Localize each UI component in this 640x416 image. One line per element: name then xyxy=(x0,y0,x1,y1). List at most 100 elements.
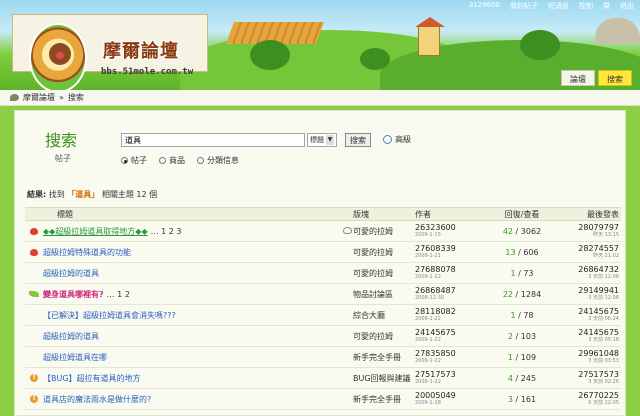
topic-link[interactable]: 超級拉姆特殊道具的功能 xyxy=(43,247,131,258)
search-scope-select[interactable]: 標題 ▼ xyxy=(307,133,337,147)
topic-title-cell: 超級拉姆特殊道具的功能 xyxy=(43,247,353,258)
topic-forum[interactable]: 可愛的拉姆 xyxy=(353,247,415,258)
topic-link[interactable]: 超級拉姆的道具 xyxy=(43,268,99,279)
radio-button[interactable] xyxy=(159,157,166,164)
topic-pages[interactable]: … 1 2 3 xyxy=(151,227,182,236)
topic-author[interactable]: 27835850 xyxy=(415,350,493,358)
top-nav-logout[interactable]: 退出 xyxy=(620,1,634,11)
top-nav-user[interactable]: 3129600 xyxy=(469,1,500,11)
last-post-time[interactable]: 3 天前 05:18 xyxy=(551,337,619,343)
last-post-time[interactable]: 3 天前 02:26 xyxy=(551,379,619,385)
search-scope-value: 標題 xyxy=(310,136,324,144)
last-post-author[interactable]: 29149941 xyxy=(551,287,619,295)
topic-link[interactable]: 道具店的魔法雨水是做什麼的? xyxy=(43,394,151,405)
topic-title-cell: ◆◆超級拉姆道具取得地方◆◆… 1 2 3 xyxy=(43,226,353,237)
topic-forum[interactable]: BUG回報與建議 xyxy=(353,373,415,384)
table-row[interactable]: 【已解決】超級拉姆道具會消失嗎??? 綜合大廳 28118082 2009-1-22 1… xyxy=(25,305,621,326)
topic-author[interactable]: 24145675 xyxy=(415,329,493,337)
radio-classifieds[interactable]: 分類信息 xyxy=(197,155,239,166)
last-post-time[interactable]: 3 天前 12:06 xyxy=(551,274,619,280)
last-post-author[interactable]: 27517573 xyxy=(551,371,619,379)
topic-author[interactable]: 26868487 xyxy=(415,287,493,295)
radio-label: 商品 xyxy=(169,156,185,165)
top-nav-help[interactable]: 幫 xyxy=(603,1,610,11)
top-nav-messages[interactable]: 短消息 xyxy=(548,1,569,11)
topic-link[interactable]: 變身道具哪裡有? xyxy=(43,289,104,300)
topic-forum[interactable]: 可愛的拉姆 xyxy=(353,331,415,342)
header-scenery-tree xyxy=(250,40,290,70)
topic-forum[interactable]: 綜合大廳 xyxy=(353,310,415,321)
topic-status-cell xyxy=(25,373,43,382)
last-post-author[interactable]: 28274557 xyxy=(551,245,619,253)
heart-icon xyxy=(30,227,38,235)
stats-separator: / xyxy=(513,289,521,299)
last-post-time[interactable]: 3 天前 03:53 xyxy=(551,358,619,364)
top-nav-my-posts[interactable]: 我的帖子 xyxy=(510,1,538,11)
topic-author[interactable]: 27688078 xyxy=(415,266,493,274)
header-author: 作者 xyxy=(415,209,431,219)
breadcrumb-home[interactable]: 摩爾論壇 xyxy=(23,92,55,103)
search-input[interactable]: 道具 xyxy=(121,133,305,147)
speech-bubble-icon xyxy=(10,94,19,101)
last-post-cell: 26770225 5 天前 22:05 xyxy=(551,392,621,407)
topic-date: 2009-1-22 xyxy=(415,316,441,322)
topic-author[interactable]: 27608339 xyxy=(415,245,493,253)
last-post-author[interactable]: 24145675 xyxy=(551,308,619,316)
topic-author[interactable]: 27517573 xyxy=(415,371,493,379)
table-row[interactable]: 道具店的魔法雨水是做什麼的?新手完全手冊200050492009-1-183 /… xyxy=(25,389,621,410)
site-logo[interactable]: 摩爾論壇 bbs.51mole.com.tw xyxy=(12,14,208,90)
favorite-icon[interactable] xyxy=(343,227,352,234)
table-row[interactable]: 超級拉姆道具在哪 新手完全手冊 27835850 2009-1-22 1 / 109 29… xyxy=(25,347,621,368)
topic-link[interactable]: 超級拉姆的道具 xyxy=(43,331,99,342)
search-button[interactable]: 搜索 xyxy=(345,133,371,147)
topic-author[interactable]: 26323600 xyxy=(415,224,493,232)
topic-link[interactable]: 超級拉姆道具在哪 xyxy=(43,352,107,363)
last-post-time[interactable]: 5 天前 22:05 xyxy=(551,400,619,406)
topic-author[interactable]: 20005049 xyxy=(415,392,493,400)
topic-views: 606 xyxy=(523,247,539,257)
topic-link[interactable]: 【已解決】超級拉姆道具會消失嗎??? xyxy=(43,310,176,321)
tab-search[interactable]: 搜索 xyxy=(598,70,632,86)
topic-views: 3062 xyxy=(520,226,542,236)
last-post-time[interactable]: 昨天 21:02 xyxy=(551,253,619,259)
table-row[interactable]: 超級拉姆的道具 可愛的拉姆 24145675 2009-1-22 2 / 103 2414… xyxy=(25,326,621,347)
top-nav-control[interactable]: 控制 xyxy=(579,1,593,11)
last-post-author[interactable]: 24145675 xyxy=(551,329,619,337)
table-row[interactable]: 變身道具哪裡有?… 1 2 物品討論區 26868487 2008-12-30 22 /… xyxy=(25,284,621,305)
topic-forum[interactable]: 新手完全手冊 xyxy=(353,352,415,363)
topic-forum[interactable]: 新手完全手冊 xyxy=(353,394,415,405)
last-post-author[interactable]: 26864732 xyxy=(551,266,619,274)
radio-products[interactable]: 商品 xyxy=(159,155,185,166)
last-post-author[interactable]: 28079797 xyxy=(551,224,619,232)
alert-icon xyxy=(30,394,38,403)
last-post-time[interactable]: 昨天 13:15 xyxy=(551,232,619,238)
radio-posts[interactable]: 帖子 xyxy=(121,155,147,166)
topic-pages[interactable]: … 1 2 xyxy=(107,290,130,299)
table-row[interactable]: 超級拉姆特殊道具的功能 可愛的拉姆 27608339 2009-1-21 13 / 60… xyxy=(25,242,621,263)
last-post-time[interactable]: 3 天前 06:24 xyxy=(551,316,619,322)
topic-link[interactable]: 【BUG】超拉有道具的地方 xyxy=(43,373,141,384)
last-post-author[interactable]: 29961048 xyxy=(551,350,619,358)
topic-title-cell: 超級拉姆道具在哪 xyxy=(43,352,353,363)
topic-replies: 42 xyxy=(502,226,514,236)
topic-stats: 13 / 606 xyxy=(493,248,551,257)
topic-forum[interactable]: 物品討論區 xyxy=(353,289,415,300)
radio-button[interactable] xyxy=(121,157,128,164)
topic-stats: 3 / 161 xyxy=(493,395,551,404)
last-post-time[interactable]: 3 天前 12:06 xyxy=(551,295,619,301)
site-header: 摩爾論壇 bbs.51mole.com.tw 3129600 我的帖子 短消息 … xyxy=(0,0,640,90)
table-row[interactable]: ◆◆超級拉姆道具取得地方◆◆… 1 2 3 可愛的拉姆 26323600 2009-1… xyxy=(25,221,621,242)
topic-forum[interactable]: 可愛的拉姆 xyxy=(353,268,415,279)
tab-forum[interactable]: 論壇 xyxy=(561,70,595,86)
table-row[interactable]: 【BUG】超拉有道具的地方BUG回報與建議275175732009-1-224 … xyxy=(25,368,621,389)
radio-button[interactable] xyxy=(197,157,204,164)
breadcrumb-separator: » xyxy=(59,93,64,102)
topic-author[interactable]: 28118082 xyxy=(415,308,493,316)
last-post-author[interactable]: 26770225 xyxy=(551,392,619,400)
topic-forum[interactable]: 可愛的拉姆 xyxy=(353,226,415,237)
advanced-search-link[interactable]: 高級 xyxy=(383,134,411,145)
topic-link[interactable]: ◆◆超級拉姆道具取得地方◆◆ xyxy=(43,226,148,237)
topic-views: 245 xyxy=(520,373,537,383)
topic-author-cell: 26868487 2008-12-30 xyxy=(415,287,493,302)
table-row[interactable]: 超級拉姆的道具 可愛的拉姆 27688078 2009-1-22 1 / 73 26864… xyxy=(25,263,621,284)
